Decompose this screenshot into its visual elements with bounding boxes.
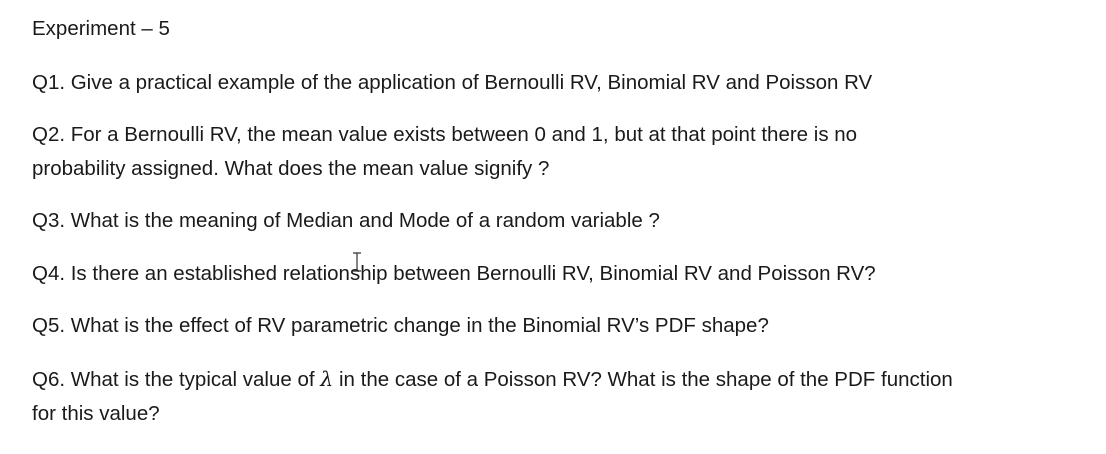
question-6: Q6. What is the typical value of λ in th… bbox=[32, 362, 1092, 431]
document-title: Experiment – 5 bbox=[32, 17, 170, 40]
text-cursor-icon bbox=[353, 252, 361, 272]
question-5: Q5. What is the effect of RV parametric … bbox=[32, 309, 1092, 343]
question-6-text-before: Q6. What is the typical value of bbox=[32, 368, 321, 391]
question-1: Q1. Give a practical example of the appl… bbox=[32, 66, 1092, 100]
question-4: Q4. Is there an established relationship… bbox=[32, 257, 1092, 291]
question-6-text-after: in the case of a Poisson RV? What is the… bbox=[333, 368, 953, 391]
question-6-line-1: Q6. What is the typical value of λ in th… bbox=[32, 367, 953, 391]
question-3: Q3. What is the meaning of Median and Mo… bbox=[32, 204, 1092, 238]
document-page: Experiment – 5 Q1. Give a practical exam… bbox=[0, 0, 1106, 454]
question-5-line-1: Q5. What is the effect of RV parametric … bbox=[32, 314, 769, 337]
question-4-line-1: Q4. Is there an established relationship… bbox=[32, 262, 876, 285]
question-6-line-2: for this value? bbox=[32, 402, 160, 425]
question-1-line-1: Q1. Give a practical example of the appl… bbox=[32, 71, 873, 94]
question-2-line-1: Q2. For a Bernoulli RV, the mean value e… bbox=[32, 123, 858, 146]
question-2-line-2: probability assigned. What does the mean… bbox=[32, 157, 550, 180]
question-2: Q2. For a Bernoulli RV, the mean value e… bbox=[32, 118, 1092, 186]
question-3-line-1: Q3. What is the meaning of Median and Mo… bbox=[32, 209, 660, 232]
lambda-symbol: λ bbox=[320, 367, 334, 391]
